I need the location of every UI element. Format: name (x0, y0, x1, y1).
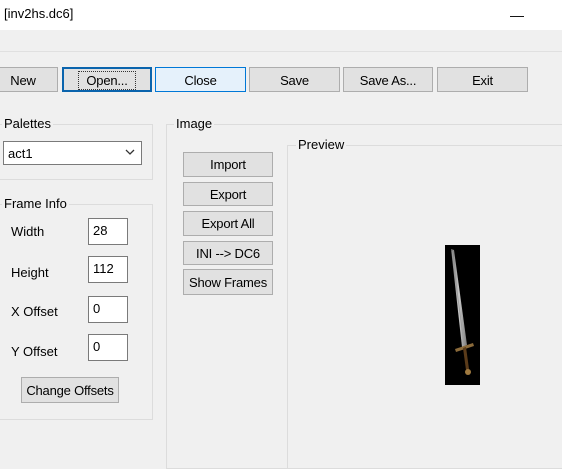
import-button[interactable]: Import (183, 152, 273, 177)
x-offset-label: X Offset (11, 304, 58, 319)
y-offset-field[interactable]: 0 (88, 334, 128, 361)
sword-icon (451, 249, 474, 375)
height-field-value: 112 (93, 261, 114, 276)
minimize-button[interactable]: — (500, 0, 534, 30)
preview-group-label: Preview (296, 137, 347, 152)
change-offsets-button[interactable]: Change Offsets (21, 377, 119, 403)
close-button-label: Close (184, 72, 217, 88)
height-label: Height (11, 265, 49, 280)
save-button[interactable]: Save (249, 67, 340, 92)
save-as-button-label: Save As... (359, 72, 417, 88)
save-button-label: Save (280, 72, 309, 88)
close-button[interactable]: Close (155, 67, 246, 92)
window-title: [inv2hs.dc6] (4, 6, 74, 21)
toolbar-separator (0, 51, 562, 52)
exit-button[interactable]: Exit (437, 67, 528, 92)
palettes-group-label: Palettes (2, 116, 53, 131)
x-offset-field-value: 0 (93, 301, 101, 316)
change-offsets-button-label: Change Offsets (26, 382, 114, 398)
x-offset-field[interactable]: 0 (88, 296, 128, 323)
title-bar: [inv2hs.dc6] — (0, 0, 562, 30)
width-label: Width (11, 224, 45, 239)
ini-to-dc6-button[interactable]: INI --> DC6 (183, 241, 273, 265)
y-offset-label: Y Offset (11, 344, 58, 359)
preview-group (287, 145, 562, 469)
export-all-button-label: Export All (201, 216, 255, 231)
import-button-label: Import (210, 157, 246, 172)
open-button[interactable]: Open... (62, 67, 152, 92)
frame-info-group-label: Frame Info (2, 196, 69, 211)
save-as-button[interactable]: Save As... (343, 67, 433, 92)
exit-button-label: Exit (472, 72, 493, 88)
preview-image (445, 245, 480, 385)
y-offset-field-value: 0 (93, 339, 101, 354)
new-button[interactable]: New (0, 67, 58, 92)
chevron-down-icon (125, 149, 135, 155)
new-button-label: New (10, 72, 36, 88)
export-button-label: Export (209, 186, 247, 202)
export-all-button[interactable]: Export All (183, 211, 273, 236)
show-frames-button[interactable]: Show Frames (183, 269, 273, 295)
palette-select-value: act1 (8, 146, 33, 161)
show-frames-button-label: Show Frames (189, 274, 267, 290)
image-group-label: Image (174, 116, 215, 131)
palette-select[interactable]: act1 (3, 141, 142, 165)
export-button[interactable]: Export (183, 182, 273, 206)
width-field-value: 28 (93, 223, 108, 238)
minimize-icon: — (510, 7, 524, 23)
width-field[interactable]: 28 (88, 218, 128, 245)
height-field[interactable]: 112 (88, 256, 128, 283)
ini-to-dc6-button-label: INI --> DC6 (196, 245, 260, 261)
open-button-label: Open... (78, 70, 136, 90)
